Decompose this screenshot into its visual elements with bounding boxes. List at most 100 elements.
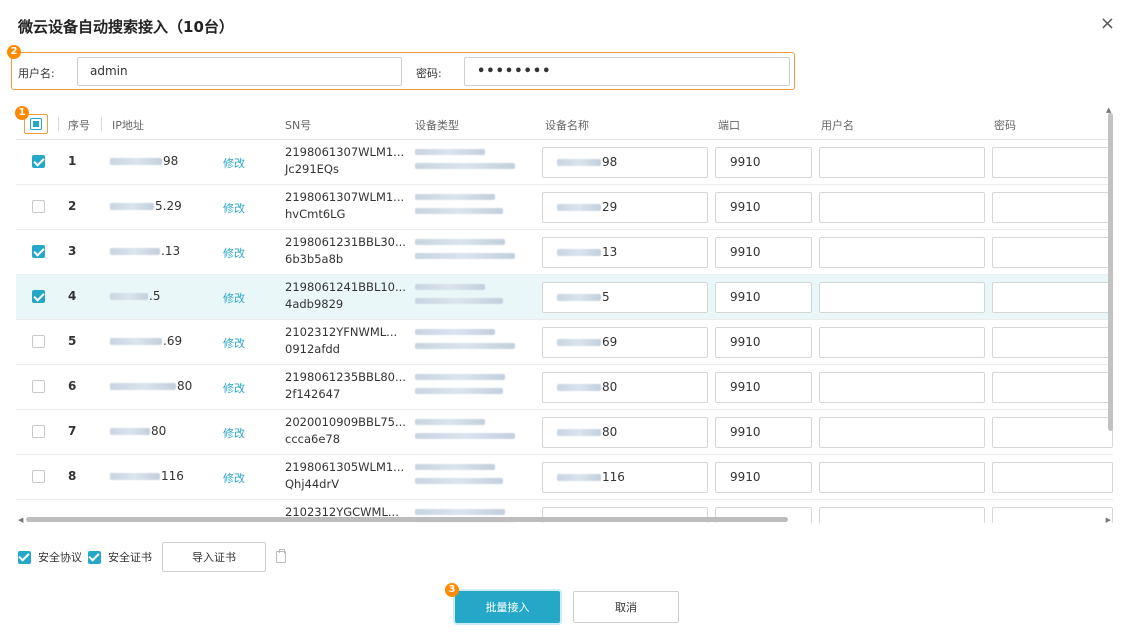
table-row[interactable]: 1 98 修改 2198061307WLM1... Jc291EQs 98 9910	[16, 140, 1113, 185]
row-checkbox[interactable]	[32, 380, 45, 393]
port-input[interactable]: 9910	[715, 372, 812, 403]
username-label: 用户名:	[18, 67, 55, 80]
row-ip: 116	[110, 469, 184, 483]
select-all-checkbox[interactable]	[30, 118, 42, 130]
port-input[interactable]: 9910	[715, 327, 812, 358]
security-cert-checkbox[interactable]	[88, 550, 101, 564]
cancel-button[interactable]: 取消	[573, 591, 679, 623]
row-password-input[interactable]	[992, 462, 1113, 493]
row-checkbox[interactable]	[32, 155, 45, 168]
device-name-input[interactable]: 5	[542, 282, 708, 313]
port-input[interactable]: 9910	[715, 147, 812, 178]
step-marker-2: 2	[7, 45, 21, 59]
row-sn: 2198061305WLM1... Qhj44drV	[285, 459, 404, 493]
close-icon[interactable]: ×	[1100, 14, 1115, 34]
horizontal-scroll-thumb[interactable]	[26, 517, 788, 522]
row-sn-line2: hvCmt6LG	[285, 207, 346, 221]
table-row[interactable]: 8 116 修改 2198061305WLM1... Qhj44drV 116 9910	[16, 455, 1113, 500]
header-password: 密码	[994, 119, 1016, 132]
row-username-input[interactable]	[819, 237, 985, 268]
row-password-input[interactable]	[992, 192, 1113, 223]
device-name-input[interactable]: 98	[542, 147, 708, 178]
row-edit-link[interactable]: 修改	[223, 200, 245, 216]
device-name-input[interactable]: 69	[542, 327, 708, 358]
row-edit-link[interactable]: 修改	[223, 155, 245, 171]
table-row[interactable]: 2 5.29 修改 2198061307WLM1... hvCmt6LG 29 9910	[16, 185, 1113, 230]
table-row[interactable]: 6 80 修改 2198061235BBL80... 2f142647 80 9910	[16, 365, 1113, 410]
password-label: 密码:	[416, 67, 442, 80]
row-checkbox[interactable]	[32, 290, 45, 303]
device-name-input[interactable]: 80	[542, 372, 708, 403]
row-edit-link[interactable]: 修改	[223, 245, 245, 261]
row-password-input[interactable]	[992, 147, 1113, 178]
row-sn-line2: 0912afdd	[285, 342, 340, 356]
row-ip-suffix: .69	[163, 334, 183, 348]
row-edit-link[interactable]: 修改	[223, 290, 245, 306]
row-checkbox[interactable]	[32, 470, 45, 483]
security-protocol-checkbox[interactable]	[18, 550, 31, 564]
row-sn-line2: Qhj44drV	[285, 477, 340, 491]
device-name-input[interactable]: 13	[542, 237, 708, 268]
batch-connect-button[interactable]: 批量接入	[455, 591, 560, 623]
table-row[interactable]: 4 .5 修改 2198061241BBL10... 4adb9829 5 9910	[16, 275, 1113, 320]
row-checkbox[interactable]	[32, 425, 45, 438]
device-name-input[interactable]: 116	[542, 462, 708, 493]
port-input[interactable]: 9910	[715, 192, 812, 223]
horizontal-scrollbar[interactable]: ◀ ▶	[16, 516, 1113, 524]
header-sn: SN号	[285, 119, 312, 132]
port-input[interactable]: 9910	[715, 237, 812, 268]
row-username-input[interactable]	[819, 282, 985, 313]
import-cert-button[interactable]: 导入证书	[162, 542, 266, 572]
scroll-right-icon[interactable]: ▶	[1106, 516, 1111, 524]
default-credentials-panel: 用户名: admin 密码: ••••••••	[11, 52, 795, 90]
row-sn-line1: 2020010909BBL75...	[285, 415, 406, 429]
row-password-input[interactable]	[992, 417, 1113, 448]
masked-device-type	[415, 194, 495, 200]
row-password-input[interactable]	[992, 237, 1113, 268]
row-ip-suffix: 5.29	[155, 199, 182, 213]
password-input[interactable]: ••••••••	[464, 57, 790, 86]
row-checkbox[interactable]	[32, 245, 45, 258]
masked-device-type	[415, 433, 515, 439]
username-input[interactable]: admin	[77, 57, 402, 86]
row-device-type	[415, 149, 516, 177]
row-password-input[interactable]	[992, 327, 1113, 358]
row-edit-link[interactable]: 修改	[223, 380, 245, 396]
row-checkbox[interactable]	[32, 200, 45, 213]
row-username-input[interactable]	[819, 417, 985, 448]
header-divider	[101, 117, 102, 131]
row-edit-link[interactable]: 修改	[223, 425, 245, 441]
row-password-input[interactable]	[992, 282, 1113, 313]
clipboard-icon	[276, 549, 286, 563]
table-row[interactable]: 7 80 修改 2020010909BBL75... ccca6e78 80 9910	[16, 410, 1113, 455]
row-sn-line1: 2198061241BBL10...	[285, 280, 406, 294]
port-input[interactable]: 9910	[715, 417, 812, 448]
port-input[interactable]: 9910	[715, 462, 812, 493]
device-name-suffix: 116	[602, 470, 625, 484]
port-input[interactable]: 9910	[715, 282, 812, 313]
row-sn-line1: 2102312YFNWML...	[285, 325, 398, 339]
row-username-input[interactable]	[819, 192, 985, 223]
table-row[interactable]: 3 .13 修改 2198061231BBL30... 6b3b5a8b 13 9910	[16, 230, 1113, 275]
row-checkbox[interactable]	[32, 335, 45, 348]
row-sn: 2102312YFNWML... 0912afdd	[285, 324, 397, 358]
row-username-input[interactable]	[819, 372, 985, 403]
row-sn-line1: 2198061307WLM1...	[285, 145, 405, 159]
scroll-left-icon[interactable]: ◀	[18, 516, 23, 524]
row-ip: 5.29	[110, 199, 182, 213]
device-name-input[interactable]: 29	[542, 192, 708, 223]
row-sn-line2: ccca6e78	[285, 432, 341, 446]
row-username-input[interactable]	[819, 147, 985, 178]
row-password-input[interactable]	[992, 372, 1113, 403]
row-username-input[interactable]	[819, 462, 985, 493]
masked-ip	[110, 292, 148, 300]
device-name-input[interactable]: 80	[542, 417, 708, 448]
row-edit-link[interactable]: 修改	[223, 470, 245, 486]
row-device-type	[415, 239, 516, 267]
table-row[interactable]: 5 .69 修改 2102312YFNWML... 0912afdd 69 9910	[16, 320, 1113, 365]
masked-ip	[110, 337, 162, 345]
masked-device-name	[557, 249, 601, 256]
row-edit-link[interactable]: 修改	[223, 335, 245, 351]
vertical-scroll-thumb[interactable]	[1108, 113, 1113, 431]
row-username-input[interactable]	[819, 327, 985, 358]
